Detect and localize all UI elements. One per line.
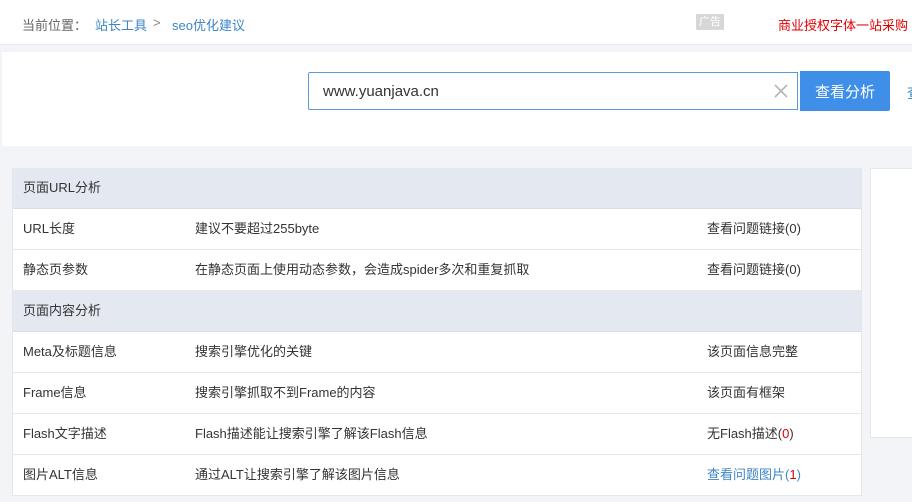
row-status-count: (0) bbox=[785, 262, 801, 277]
ad-badge: 广告 bbox=[696, 14, 724, 30]
ad-link[interactable]: 商业授权字体一站采购 bbox=[778, 15, 908, 34]
paren-close: ) bbox=[789, 426, 794, 441]
row-status: 查看问题链接(0) bbox=[707, 209, 801, 249]
row-description: 通过ALT让搜索引擎了解该图片信息 bbox=[195, 467, 400, 482]
seo-analysis-table: 页面URL分析 URL长度 建议不要超过255byte 查看问题链接(0) 静态… bbox=[12, 168, 862, 496]
table-row: Meta及标题信息 搜索引擎优化的关键 该页面信息完整 bbox=[13, 332, 861, 373]
row-status: 该页面信息完整 bbox=[707, 344, 799, 359]
side-panel bbox=[870, 168, 912, 438]
breadcrumb-separator: > bbox=[153, 15, 161, 30]
section-header-content: 页面内容分析 bbox=[13, 291, 861, 332]
row-status: 查看问题链接(0) bbox=[707, 250, 801, 290]
row-name: 静态页参数 bbox=[23, 262, 89, 277]
breadcrumb-link-webmaster-tools[interactable]: 站长工具 bbox=[95, 15, 147, 34]
table-row: 图片ALT信息 通过ALT让搜索引擎了解该图片信息 查看问题图片(1) bbox=[13, 455, 861, 496]
breadcrumb-link-seo-advice[interactable]: seo优化建议 bbox=[172, 15, 245, 34]
row-status: 该页面有框架 bbox=[707, 385, 786, 400]
row-name: Flash文字描述 bbox=[23, 426, 107, 441]
row-name: Frame信息 bbox=[23, 385, 87, 400]
row-description: 搜索引擎抓取不到Frame的内容 bbox=[195, 385, 376, 400]
row-description: 建议不要超过255byte bbox=[195, 221, 320, 236]
row-status: 无Flash描述(0) bbox=[707, 414, 794, 454]
row-description: 在静态页面上使用动态参数，会造成spider多次和重复抓取 bbox=[195, 262, 530, 277]
table-row: Flash文字描述 Flash描述能让搜索引擎了解该Flash信息 无Flash… bbox=[13, 414, 861, 455]
row-status-text: 无Flash描述 bbox=[707, 426, 778, 441]
paren-close: ) bbox=[796, 467, 801, 482]
row-status[interactable]: 查看问题图片(1) bbox=[707, 455, 801, 495]
row-description: 搜索引擎优化的关键 bbox=[195, 344, 313, 359]
row-name: Meta及标题信息 bbox=[23, 344, 117, 359]
top-bar: 当前位置： 站长工具 > seo优化建议 广告 商业授权字体一站采购 bbox=[0, 0, 912, 45]
row-status-count: 1 bbox=[789, 467, 797, 482]
clear-icon[interactable] bbox=[770, 80, 792, 102]
breadcrumb-prefix: 当前位置： bbox=[22, 18, 88, 33]
row-status-text[interactable]: 查看问题图片 bbox=[707, 467, 785, 482]
table-row: Frame信息 搜索引擎抓取不到Frame的内容 该页面有框架 bbox=[13, 373, 861, 414]
section-header-url: 页面URL分析 bbox=[13, 168, 861, 209]
row-status-text[interactable]: 查看问题链接 bbox=[707, 221, 785, 236]
url-search-input[interactable] bbox=[308, 72, 798, 110]
row-status-text[interactable]: 查看问题链接 bbox=[707, 262, 785, 277]
table-row: 静态页参数 在静态页面上使用动态参数，会造成spider多次和重复抓取 查看问题… bbox=[13, 250, 861, 291]
row-name: 图片ALT信息 bbox=[23, 467, 98, 482]
table-row: URL长度 建议不要超过255byte 查看问题链接(0) bbox=[13, 209, 861, 250]
analyze-button[interactable]: 查看分析 bbox=[800, 71, 890, 111]
row-description: Flash描述能让搜索引擎了解该Flash信息 bbox=[195, 426, 428, 441]
search-panel: 查看分析 查 bbox=[2, 52, 912, 146]
row-status-count: (0) bbox=[785, 221, 801, 236]
row-name: URL长度 bbox=[23, 221, 76, 236]
history-link[interactable]: 查 bbox=[907, 82, 912, 103]
